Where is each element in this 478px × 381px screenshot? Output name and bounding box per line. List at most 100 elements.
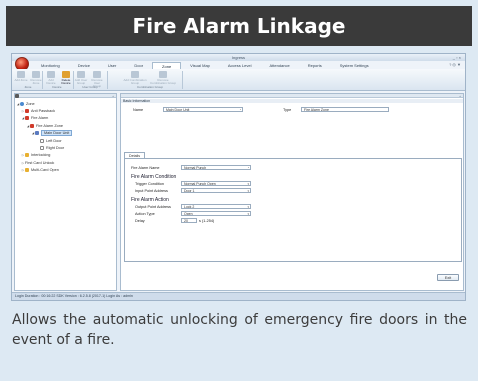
input-address-label: Input Point Address: [135, 189, 168, 193]
delay-unit: s (1-254): [199, 219, 215, 223]
fire-alarm-name-label: Fire Alarm Name: [131, 166, 160, 170]
condition-heading: Fire Alarm Condition: [131, 174, 177, 180]
tree-node-label: Interlocking: [31, 153, 51, 158]
app-screenshot: Ingress _ ▫ × Monitoring Device User Door Zo…: [11, 53, 466, 301]
delay-label: Delay: [135, 219, 145, 223]
tree-node-label: Anti Passback: [31, 109, 56, 114]
details-pane: « Basic Information Name Main Door Unit *…: [120, 93, 464, 291]
action-type-label: Action Type: [135, 212, 155, 216]
tree-node-label: Left Door: [46, 138, 62, 143]
type-value: Fire Alarm Zone: [304, 108, 329, 112]
tree-node[interactable]: ▷ Interlocking: [16, 152, 115, 159]
delay-value: 20: [184, 219, 188, 223]
ribbon-button-icon: [77, 71, 85, 78]
menu-item-monitoring[interactable]: Monitoring: [32, 62, 69, 69]
menu-item-user[interactable]: User: [99, 62, 125, 69]
action-heading: Fire Alarm Action: [131, 197, 169, 203]
tree-node[interactable]: ◢ Fire Alarm Zone: [16, 122, 115, 129]
card-icon: [15, 94, 19, 98]
tree-node-label: Multi-Card Open: [31, 168, 59, 173]
tree-node[interactable]: ◢ Fire Alarm: [16, 115, 115, 122]
menu-item-device[interactable]: Device: [69, 62, 99, 69]
ribbon-add-device-button[interactable]: Add Device: [44, 71, 58, 85]
menu-item-system-settings[interactable]: System Settings: [331, 62, 378, 69]
ribbon-separator: [182, 71, 183, 89]
tree-node[interactable]: Right Door: [16, 144, 115, 151]
menu-item-attendance[interactable]: Attendance: [260, 62, 298, 69]
ribbon-button-label: Add Zone: [14, 78, 28, 82]
red-icon: [25, 116, 29, 121]
ribbon-add-zone-button[interactable]: Add Zone: [14, 71, 28, 82]
lock-icon: [25, 168, 29, 173]
ribbon-group-label: Combination Group: [136, 85, 163, 89]
lock-icon: [25, 153, 29, 158]
tree-node[interactable]: ▷ Multi-Card Open: [16, 167, 115, 174]
ribbon-group-label: Device: [52, 85, 62, 89]
red-icon: [30, 123, 34, 128]
name-value: Main Door Unit: [166, 108, 190, 112]
tree-node-label: Fire Alarm Zone: [36, 123, 64, 128]
ribbon-remove-combination-group-button[interactable]: Remove Combination Group: [150, 71, 176, 85]
doc-icon: [40, 138, 44, 143]
ribbon-add-user-group-button[interactable]: Add User Group: [74, 71, 88, 85]
ribbon-add-combination-group-button[interactable]: Add Combination Group: [122, 71, 148, 85]
chevron-down-icon: ▾: [247, 205, 249, 209]
tree-node[interactable]: ◢ Main Door Unit: [16, 130, 115, 137]
tree-node[interactable]: ◢ Zone: [16, 100, 115, 107]
input-address-select[interactable]: Door 1 ▾: [181, 188, 251, 193]
ribbon-toolbar: Add Zone Remove Zone Add Device Delete Devi…: [12, 69, 465, 91]
type-label: Type: [283, 108, 292, 112]
action-type-select[interactable]: Open ▾: [181, 211, 251, 216]
output-address-select[interactable]: Lock 2 ▾: [181, 204, 251, 209]
ribbon-button-icon: [62, 71, 70, 78]
ribbon-separator: [42, 71, 43, 89]
ribbon-button-icon: [32, 71, 40, 78]
delay-field[interactable]: 20: [181, 218, 197, 223]
action-type-value: Open: [184, 212, 193, 216]
doc-icon: [40, 146, 44, 151]
ribbon-separator: [73, 71, 74, 89]
red-icon: [25, 109, 29, 114]
edit-icon: *: [247, 166, 249, 170]
window-controls[interactable]: _ ▫ ×: [453, 55, 461, 60]
ribbon-group-label: Zone: [24, 85, 32, 89]
ribbon-group-label: User Group: [82, 85, 98, 89]
menu-item-reports[interactable]: Reports: [299, 62, 331, 69]
trigger-value: Normal Punch Open: [184, 182, 216, 186]
main-menu: Monitoring Device User Door Zone Visual Map Ac…: [32, 62, 378, 69]
tree-node[interactable]: ▷ First Card Unlock: [15, 94, 115, 166]
zone-tree: ◢ Zone ▷ Anti Passback ◢ Fire Alarm ◢ Fire Alar…: [15, 94, 116, 176]
input-address-value: Door 1: [184, 189, 195, 193]
menu-item-access-level[interactable]: Access Level: [219, 62, 261, 69]
tree-node[interactable]: Left Door: [16, 137, 115, 144]
ribbon-delete-device-button[interactable]: Delete Device: [59, 71, 73, 85]
feature-caption: Allows the automatic unlocking of emerge…: [12, 312, 467, 348]
menu-item-zone[interactable]: Zone: [152, 62, 182, 69]
ribbon-button-icon: [131, 71, 139, 78]
help-icons[interactable]: ? ◎ ▼: [449, 62, 461, 67]
ribbon-button-icon: [93, 71, 101, 78]
type-field[interactable]: Fire Alarm Zone: [301, 107, 389, 112]
ribbon-button-icon: [159, 71, 167, 78]
menu-item-door[interactable]: Door: [125, 62, 152, 69]
trigger-label: Trigger Condition: [135, 182, 164, 186]
ribbon-button-icon: [17, 71, 25, 78]
menu-item-visual-map[interactable]: Visual Map: [181, 62, 219, 69]
app-window-title: Ingress: [231, 55, 246, 60]
tree-node-label: Main Door Unit: [41, 130, 73, 137]
fire-alarm-name-field[interactable]: Normal Punch *: [181, 165, 251, 170]
app-title-bar: Ingress _ ▫ ×: [12, 54, 465, 61]
exit-button[interactable]: Exit: [437, 274, 459, 281]
ribbon-remove-zone-button[interactable]: Remove Zone: [29, 71, 43, 85]
ribbon-button-icon: [47, 71, 55, 78]
chevron-down-icon: ▾: [247, 212, 249, 216]
chevron-down-icon: ▾: [247, 189, 249, 193]
tree-node-label: Zone: [26, 101, 35, 106]
tree-node[interactable]: ▷ Anti Passback: [16, 107, 115, 114]
feature-card: Fire Alarm Linkage Ingress _ ▫ × Monitor…: [0, 0, 478, 381]
output-address-value: Lock 2: [184, 205, 195, 209]
trigger-select[interactable]: Normal Punch Open ▾: [181, 181, 251, 186]
tree-node-label: Right Door: [46, 146, 65, 151]
fire-alarm-name-value: Normal Punch: [184, 166, 207, 170]
name-field[interactable]: Main Door Unit *: [163, 107, 243, 112]
